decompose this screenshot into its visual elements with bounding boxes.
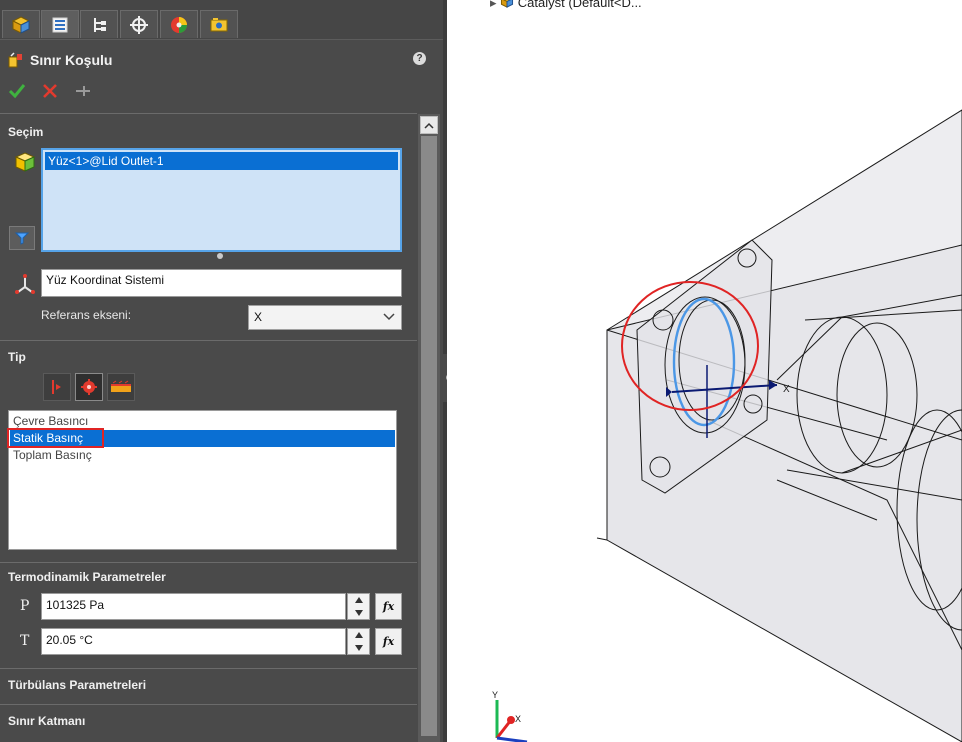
section-title-type[interactable]: Tip <box>8 350 26 364</box>
pin-icon[interactable] <box>74 82 92 100</box>
section-title-boundary-layer[interactable]: Sınır Katmanı <box>8 714 85 728</box>
selection-list-item[interactable]: Yüz<1>@Lid Outlet-1 <box>45 152 398 170</box>
wall-icon <box>111 380 131 392</box>
tab-display-manager[interactable] <box>160 10 198 38</box>
divider <box>0 668 417 669</box>
coordinate-system-icon <box>15 274 35 294</box>
stepper-up-button[interactable] <box>348 594 369 606</box>
manager-tab-strip <box>0 0 443 40</box>
type-pressure-opening-button[interactable] <box>43 373 71 401</box>
temperature-symbol: T <box>20 633 30 649</box>
cancel-x-icon[interactable] <box>42 82 58 100</box>
property-manager-title: Sınır Koşulu <box>8 50 112 70</box>
chevron-up-icon <box>424 122 434 129</box>
stepper-down-button[interactable] <box>348 607 369 619</box>
vertical-scrollbar[interactable] <box>418 114 440 742</box>
section-title-selection[interactable]: Seçim <box>8 125 43 139</box>
tab-property-manager[interactable] <box>41 10 79 38</box>
divider <box>0 704 417 705</box>
pressure-opening-icon <box>52 380 61 394</box>
list-resize-handle[interactable] <box>217 253 223 259</box>
scroll-thumb[interactable] <box>421 136 437 736</box>
arrow-down-icon <box>354 610 363 616</box>
boundary-condition-icon <box>8 52 22 68</box>
ok-check-icon[interactable] <box>8 82 26 100</box>
divider <box>0 113 417 114</box>
arrow-down-icon <box>354 645 363 651</box>
stepper-down-button[interactable] <box>348 642 369 654</box>
pressure-symbol: P <box>20 598 30 614</box>
svg-text:Y: Y <box>492 690 498 700</box>
temperature-input[interactable]: 20.05 °C <box>41 628 346 655</box>
selection-list[interactable]: Yüz<1>@Lid Outlet-1 <box>41 148 402 252</box>
dimxpert-icon <box>130 15 148 34</box>
tab-dimxpert-manager[interactable] <box>120 10 158 38</box>
property-manager-panel: Sınır Koşulu ? Seçim Yüz<1>@Lid Outlet-1… <box>0 0 443 742</box>
help-icon[interactable]: ? <box>413 52 426 65</box>
stepper-up-button[interactable] <box>348 629 369 641</box>
display-manager-icon <box>171 16 187 33</box>
arrow-up-icon <box>354 632 363 638</box>
temperature-dependency-button[interactable]: fx <box>375 628 402 655</box>
section-title-turbulence[interactable]: Türbülans Parametreleri <box>8 678 146 692</box>
page-title: Sınır Koşulu <box>30 52 113 68</box>
reference-axis-value: X <box>254 310 263 324</box>
reference-axis-label: Referans ekseni: <box>41 308 132 322</box>
pressure-dependency-button[interactable]: fx <box>375 593 402 620</box>
flow-simulation-icon <box>210 17 228 31</box>
svg-text:X: X <box>515 714 521 724</box>
filter-icon <box>15 232 29 245</box>
section-title-thermodynamic[interactable]: Termodinamik Parametreler <box>8 570 166 584</box>
tab-feature-manager[interactable] <box>2 10 40 38</box>
view-orientation-triad: Y X <box>492 690 528 742</box>
type-flow-opening-button[interactable] <box>75 373 103 401</box>
annotation-highlight-box <box>7 428 104 448</box>
flow-opening-icon <box>81 379 97 395</box>
tab-configuration-manager[interactable] <box>80 10 118 38</box>
3d-model-view[interactable]: X Y X <box>447 0 962 742</box>
property-manager-icon <box>52 17 68 32</box>
scroll-up-button[interactable] <box>420 116 438 134</box>
divider <box>0 562 417 563</box>
pressure-stepper[interactable] <box>347 593 370 620</box>
divider <box>0 340 417 341</box>
coordinate-system-field[interactable]: Yüz Koordinat Sistemi <box>41 269 402 297</box>
tab-flow-simulation[interactable] <box>200 10 238 38</box>
configuration-manager-icon <box>94 17 106 32</box>
list-item-total-pressure[interactable]: Toplam Basınç <box>10 447 395 464</box>
feature-manager-icon <box>11 15 31 34</box>
type-wall-button[interactable] <box>107 373 135 401</box>
selection-filter-button[interactable] <box>9 226 35 250</box>
reference-axis-dropdown[interactable]: X <box>248 305 402 330</box>
arrow-up-icon <box>354 597 363 603</box>
pressure-input[interactable]: 101325 Pa <box>41 593 346 620</box>
svg-text:X: X <box>783 384 790 395</box>
temperature-stepper[interactable] <box>347 628 370 655</box>
face-select-icon <box>14 152 36 172</box>
chevron-down-icon <box>383 313 395 321</box>
